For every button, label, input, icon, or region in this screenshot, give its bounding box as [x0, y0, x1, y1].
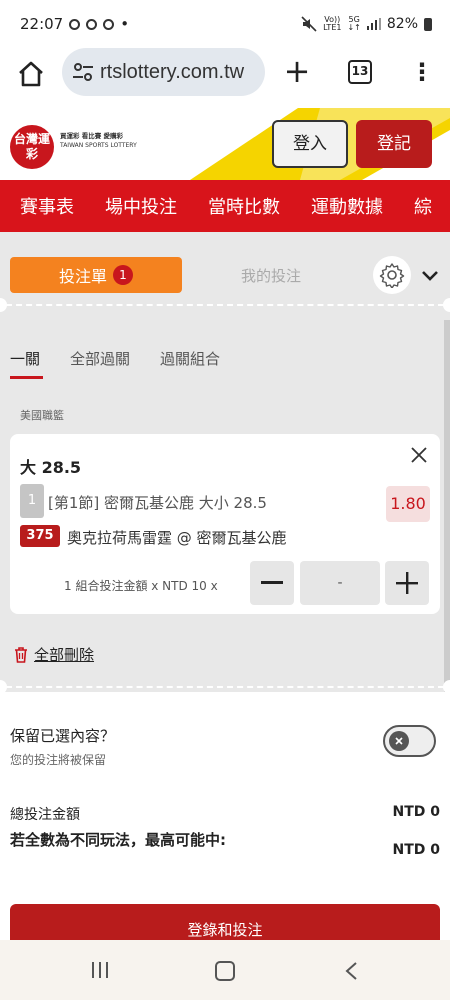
keep-selection-toggle[interactable]: [383, 725, 436, 757]
register-button[interactable]: 登記: [356, 120, 432, 168]
chevron-down-icon[interactable]: [420, 265, 440, 285]
notification-icon: [69, 18, 81, 30]
tab-betslip[interactable]: 投注單 1: [10, 257, 182, 293]
notification-icon: [103, 18, 115, 30]
main-nav: 賽事表 場中投注 當時比數 運動數據 綜: [0, 180, 450, 232]
status-time: 22:07: [20, 15, 64, 33]
keep-selection-subtitle: 您的投注將被保留: [10, 753, 107, 767]
battery-icon: [424, 17, 432, 31]
nav-item-live-betting[interactable]: 場中投注: [105, 193, 177, 219]
odds-value: 1.80: [386, 486, 430, 522]
total-stake-label: 總投注金額: [10, 807, 80, 823]
overflow-menu-icon[interactable]: ⋮: [410, 58, 434, 88]
new-tab-button[interactable]: +: [283, 55, 311, 87]
home-icon[interactable]: [16, 59, 46, 89]
recent-apps-icon[interactable]: [90, 960, 110, 980]
tab-parlay-combo[interactable]: 過關組合: [160, 348, 220, 369]
toggle-knob: [389, 731, 409, 751]
active-tab-indicator: [10, 376, 43, 379]
login-and-bet-button[interactable]: 登錄和投注: [10, 904, 440, 944]
stake-increase-button[interactable]: [385, 561, 429, 605]
nav-item-schedule[interactable]: 賽事表: [20, 193, 74, 219]
bet-order-number: 1: [20, 484, 44, 518]
stake-decrease-button[interactable]: [250, 561, 294, 605]
delete-all-label[interactable]: 全部刪除: [34, 644, 94, 665]
status-dot: •: [120, 15, 130, 33]
bet-description: [第1節] 密爾瓦基公鹿 大小 28.5: [48, 494, 267, 512]
betslip-summary: 保留已選內容？ 您的投注將被保留 總投注金額 NTD 0 若全數為不同玩法，最高…: [0, 680, 450, 944]
tab-my-bets[interactable]: 我的投注: [196, 265, 346, 286]
notification-icon: [86, 18, 98, 30]
tab-betslip-label: 投注單: [58, 267, 107, 286]
betslip-header: 投注單 1 我的投注: [0, 240, 450, 302]
max-win-label: 若全數為不同玩法，最高可能中:: [10, 831, 227, 849]
keep-selection-title: 保留已選內容？: [10, 727, 116, 745]
bet-type-tabs: 一關 全部過關 過關組合: [10, 348, 220, 369]
stake-label: 1 組合投注金額 x NTD 10 x: [64, 579, 218, 593]
tab-single[interactable]: 一關: [10, 348, 40, 369]
ticket-notch: [443, 298, 450, 312]
nav-item-more[interactable]: 綜: [414, 193, 432, 219]
bet-selection-title: 大 28.5: [20, 458, 82, 477]
ticket-notch: [443, 680, 450, 694]
divider: [6, 304, 444, 306]
nav-item-sports-data[interactable]: 運動數據: [311, 193, 383, 219]
home-nav-icon[interactable]: [215, 961, 235, 981]
battery-percent: 82%: [386, 16, 418, 32]
status-left: 22:07 •: [20, 15, 129, 33]
gear-icon: [379, 263, 405, 288]
url-bar[interactable]: rtslottery.com.tw: [62, 48, 265, 96]
tab-switcher-button[interactable]: 13: [348, 60, 372, 84]
mute-icon: [301, 16, 317, 32]
site-header: 台灣運彩 買運彩 看比賽 愛購彩 TAIWAN SPORTS LOTTERY 登…: [0, 108, 450, 180]
close-icon[interactable]: [410, 446, 428, 464]
plus-icon: [396, 572, 418, 594]
url-text[interactable]: rtslottery.com.tw: [100, 61, 244, 84]
logo-tagline: 買運彩 看比賽 愛購彩 TAIWAN SPORTS LOTTERY: [60, 132, 137, 149]
login-button[interactable]: 登入: [272, 120, 348, 168]
tab-parlay-all[interactable]: 全部過關: [70, 348, 130, 369]
league-name: 美國職籃: [20, 409, 64, 422]
site-settings-icon[interactable]: [72, 61, 94, 83]
total-stake-value: NTD 0: [392, 804, 440, 820]
match-number-badge: 375: [20, 525, 60, 547]
bet-card: 大 28.5 1 [第1節] 密爾瓦基公鹿 大小 28.5 1.80 375 奧…: [10, 434, 440, 614]
minus-icon: [261, 581, 283, 584]
betslip-count-badge: 1: [113, 265, 133, 285]
5g-indicator: 5G ↓↑: [347, 15, 361, 32]
system-nav-bar: [0, 940, 450, 1000]
signal-icon: [366, 18, 381, 30]
status-right: Vo)) LTE1 5G ↓↑ 82%: [301, 16, 432, 32]
volte-indicator: Vo)) LTE1: [323, 15, 342, 32]
browser-toolbar: rtslottery.com.tw + 13 ⋮: [0, 48, 450, 108]
close-icon: [395, 737, 403, 745]
settings-button[interactable]: [373, 256, 411, 294]
back-icon[interactable]: [344, 961, 358, 981]
max-win-value: NTD 0: [392, 842, 440, 858]
delete-all-button[interactable]: 全部刪除: [14, 644, 94, 665]
status-bar: 22:07 • Vo)) LTE1 5G ↓↑ 82%: [0, 0, 450, 48]
logo[interactable]: 台灣運彩: [10, 125, 54, 169]
nav-item-live-scores[interactable]: 當時比數: [208, 193, 280, 219]
stake-input[interactable]: -: [300, 561, 380, 605]
match-name: 奧克拉荷馬雷霆 @ 密爾瓦基公鹿: [67, 529, 287, 547]
divider: [6, 686, 444, 688]
trash-icon: [15, 646, 27, 663]
